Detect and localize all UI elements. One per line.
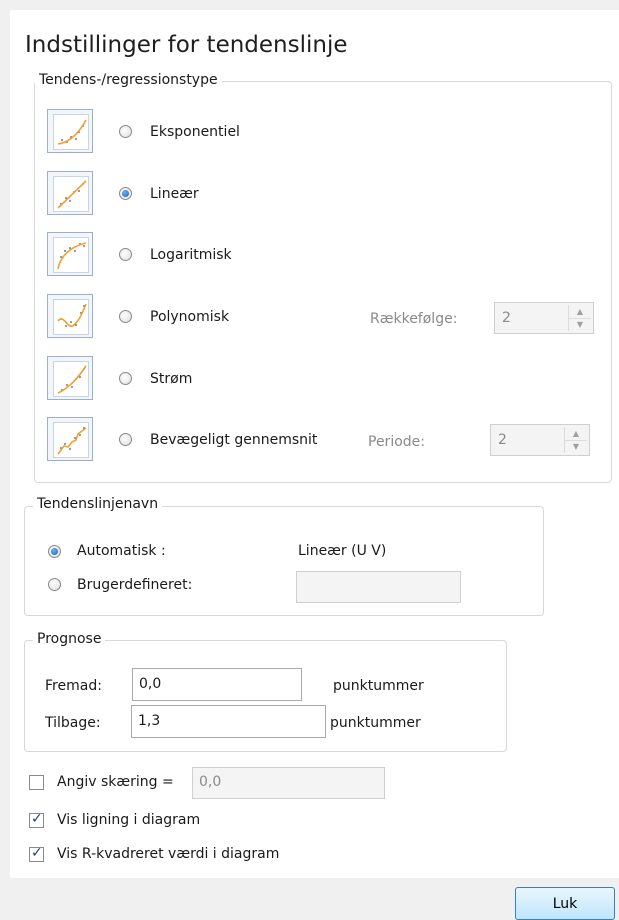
radio-custom[interactable] bbox=[48, 578, 61, 591]
backward-unit: punktummer bbox=[330, 715, 421, 731]
period-up-icon[interactable]: ▲ bbox=[565, 427, 587, 441]
show-equation-label: Vis ligning i diagram bbox=[57, 812, 201, 828]
label-polynomial: Polynomisk bbox=[150, 309, 230, 325]
period-stepper[interactable]: 2 ▲ ▼ bbox=[490, 424, 590, 456]
period-value: 2 bbox=[498, 432, 507, 448]
label-custom: Brugerdefineret: bbox=[77, 577, 193, 593]
order-value: 2 bbox=[502, 310, 511, 326]
linear-trend-icon[interactable] bbox=[47, 171, 93, 215]
intercept-input[interactable]: 0,0 bbox=[192, 767, 385, 799]
radio-logarithmic[interactable] bbox=[119, 248, 132, 261]
period-down-icon[interactable]: ▼ bbox=[565, 440, 587, 453]
radio-power[interactable] bbox=[119, 372, 132, 385]
radio-exponential[interactable] bbox=[119, 125, 132, 138]
order-stepper[interactable]: 2 ▲ ▼ bbox=[494, 302, 594, 334]
logarithmic-trend-icon[interactable] bbox=[47, 232, 93, 276]
label-logarithmic: Logaritmisk bbox=[150, 247, 232, 263]
label-exponential: Eksponentiel bbox=[150, 124, 240, 140]
polynomial-trend-icon[interactable] bbox=[47, 294, 93, 338]
label-moving-average: Bevægeligt gennemsnit bbox=[150, 432, 318, 448]
show-r2-checkbox[interactable] bbox=[29, 845, 44, 862]
intercept-checkbox[interactable] bbox=[29, 775, 44, 790]
radio-linear[interactable] bbox=[119, 187, 132, 200]
trend-type-group bbox=[34, 81, 612, 483]
order-down-icon[interactable]: ▼ bbox=[569, 318, 591, 331]
power-trend-icon[interactable] bbox=[47, 356, 93, 400]
forward-unit: punktummer bbox=[333, 678, 424, 694]
close-button[interactable]: Luk bbox=[515, 887, 615, 920]
automatic-name-value: Lineær (U V) bbox=[298, 543, 387, 559]
backward-label: Tilbage: bbox=[45, 715, 101, 731]
label-automatic: Automatisk : bbox=[77, 543, 166, 559]
order-label: Rækkefølge: bbox=[370, 311, 458, 327]
backward-input[interactable]: 1,3 bbox=[131, 705, 326, 738]
radio-automatic[interactable] bbox=[48, 545, 61, 558]
forecast-legend: Prognose bbox=[33, 631, 106, 647]
custom-name-field[interactable] bbox=[296, 571, 461, 603]
intercept-label: Angiv skæring = bbox=[57, 774, 174, 790]
period-label: Periode: bbox=[368, 434, 425, 450]
moving-average-trend-icon[interactable] bbox=[47, 417, 93, 461]
show-equation-checkbox[interactable] bbox=[29, 811, 44, 828]
label-power: Strøm bbox=[150, 371, 193, 387]
trend-type-legend: Tendens-/regressionstype bbox=[35, 72, 222, 88]
radio-polynomial[interactable] bbox=[119, 310, 132, 323]
trend-name-group bbox=[24, 506, 544, 616]
forward-label: Fremad: bbox=[45, 678, 102, 694]
exponential-trend-icon[interactable] bbox=[47, 109, 93, 153]
trend-name-legend: Tendenslinjenavn bbox=[33, 496, 163, 512]
show-r2-label: Vis R-kvadreret værdi i diagram bbox=[57, 846, 280, 862]
forward-input[interactable]: 0,0 bbox=[132, 668, 302, 701]
radio-moving-average[interactable] bbox=[119, 433, 132, 446]
label-linear: Lineær bbox=[150, 186, 199, 202]
dialog-title: Indstillinger for tendenslinje bbox=[25, 32, 348, 58]
order-up-icon[interactable]: ▲ bbox=[569, 305, 591, 319]
